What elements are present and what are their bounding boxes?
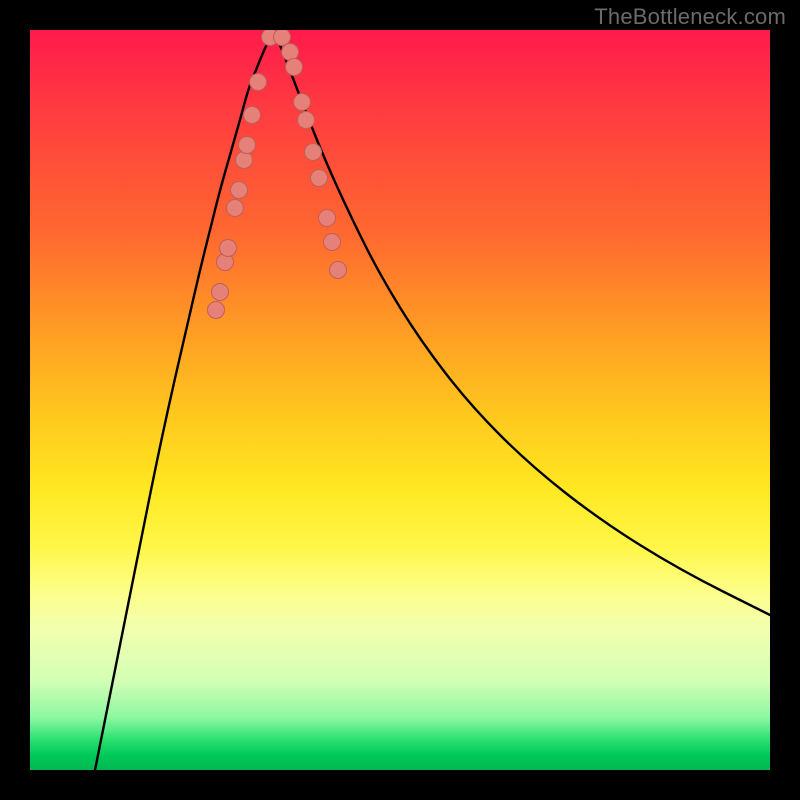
watermark-label: TheBottleneck.com xyxy=(594,4,786,30)
dot-group xyxy=(208,30,347,319)
data-dot xyxy=(231,182,248,199)
data-dot xyxy=(282,44,299,61)
data-dot xyxy=(319,210,336,227)
data-dot xyxy=(239,137,256,154)
data-dot xyxy=(227,200,244,217)
data-dot xyxy=(330,262,347,279)
data-dot xyxy=(212,284,229,301)
data-dot xyxy=(305,144,322,161)
data-dot xyxy=(294,94,311,111)
data-dot xyxy=(298,112,315,129)
right-curve xyxy=(274,30,770,615)
curve-group xyxy=(95,30,770,770)
chart-container: TheBottleneck.com xyxy=(0,0,800,800)
data-dot xyxy=(311,170,328,187)
data-dot xyxy=(274,30,291,46)
plot-area xyxy=(30,30,770,770)
chart-svg xyxy=(30,30,770,770)
data-dot xyxy=(244,107,261,124)
data-dot xyxy=(286,59,303,76)
data-dot xyxy=(208,302,225,319)
data-dot xyxy=(250,74,267,91)
data-dot xyxy=(236,152,253,169)
data-dot xyxy=(220,240,237,257)
data-dot xyxy=(324,234,341,251)
